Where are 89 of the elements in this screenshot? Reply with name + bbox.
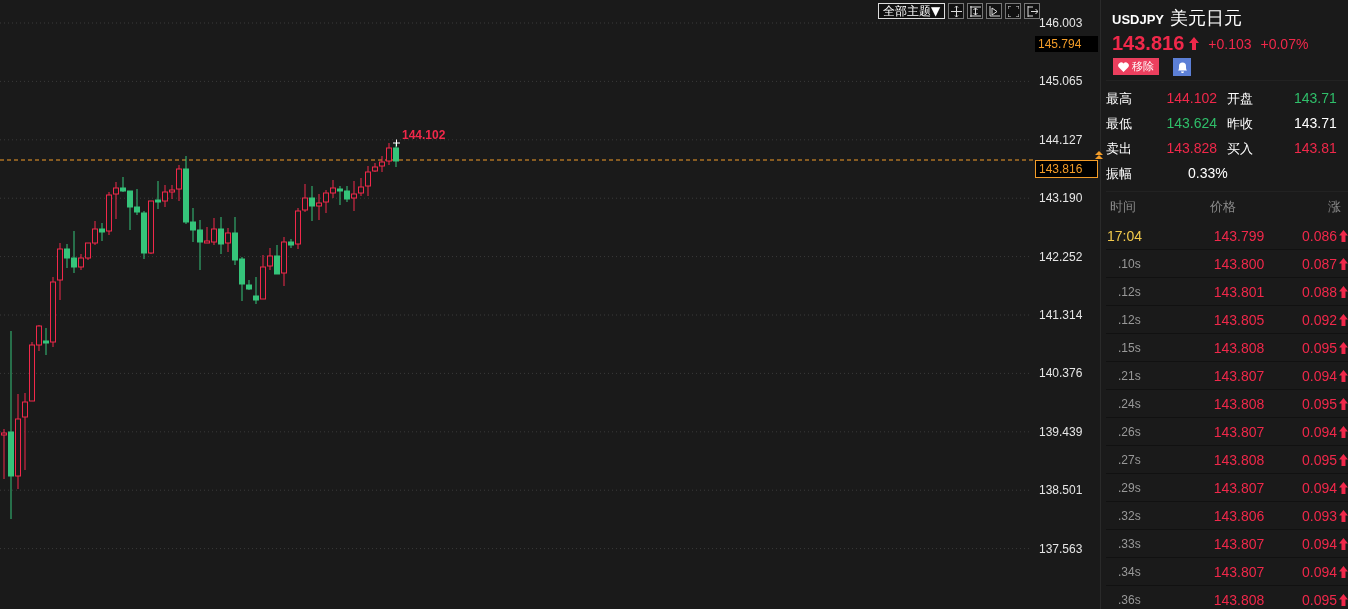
price-label: 143.190 bbox=[1039, 190, 1083, 207]
tick-time: .15s bbox=[1117, 340, 1142, 355]
tick-price: 143.800 bbox=[1212, 255, 1266, 272]
column-header: 时间 bbox=[1109, 198, 1137, 216]
stat-label: 最低 bbox=[1106, 115, 1133, 133]
bell-icon bbox=[1176, 61, 1188, 73]
tick-change: 0.088 bbox=[1301, 283, 1338, 300]
tick-change: 0.094 bbox=[1301, 367, 1338, 384]
theme-dropdown[interactable]: 全部主题▼ bbox=[878, 3, 946, 19]
stat-label: 卖出 bbox=[1106, 140, 1133, 158]
tick-change: 0.094 bbox=[1301, 423, 1338, 440]
tick-change: 0.095 bbox=[1301, 339, 1338, 356]
tick-change: 0.092 bbox=[1301, 311, 1338, 328]
tick-price: 143.807 bbox=[1212, 367, 1266, 384]
tick-change: 0.094 bbox=[1301, 563, 1338, 580]
last-price: 143.816 bbox=[1112, 32, 1185, 55]
tick-time: .21s bbox=[1117, 368, 1142, 383]
stat-value: 143.828 bbox=[1165, 139, 1218, 158]
tick-price: 143.808 bbox=[1212, 591, 1266, 608]
tick-time: 17:04 bbox=[1106, 227, 1144, 244]
price-label: 146.003 bbox=[1039, 15, 1083, 31]
expand-icon[interactable] bbox=[1005, 3, 1022, 19]
tick-price: 143.807 bbox=[1212, 563, 1266, 580]
tick-time: .36s bbox=[1117, 592, 1142, 607]
price-label: 141.314 bbox=[1039, 307, 1083, 323]
heart-icon bbox=[1118, 61, 1129, 72]
stat-value: 144.102 bbox=[1165, 89, 1218, 108]
play-icon[interactable] bbox=[986, 3, 1003, 19]
price-label: 139.439 bbox=[1039, 423, 1083, 440]
tick-price: 143.807 bbox=[1212, 423, 1266, 440]
tick-price: 143.805 bbox=[1212, 311, 1266, 328]
column-header: 价格 bbox=[1210, 198, 1237, 216]
tick-time: .24s bbox=[1117, 396, 1142, 411]
tick-time: .33s bbox=[1117, 536, 1142, 551]
column-header: 涨 bbox=[1328, 198, 1341, 216]
crosshair-price-label: 145.794 bbox=[1035, 36, 1098, 52]
tick-change: 0.094 bbox=[1301, 479, 1338, 496]
tick-price: 143.807 bbox=[1212, 535, 1266, 552]
tick-change: 0.087 bbox=[1301, 255, 1338, 272]
tick-time: .32s bbox=[1117, 508, 1142, 523]
tick-price: 143.808 bbox=[1212, 451, 1266, 468]
high-marker: 144.102 bbox=[402, 128, 446, 142]
tick-price: 143.808 bbox=[1212, 339, 1266, 356]
stat-value: 143.81 bbox=[1293, 139, 1338, 158]
tick-change: 0.094 bbox=[1301, 535, 1338, 552]
tick-change: 0.086 bbox=[1301, 227, 1338, 244]
price-label: 140.376 bbox=[1039, 365, 1083, 382]
exit-icon[interactable] bbox=[1024, 3, 1041, 19]
pair-name: 美元日元 bbox=[1170, 6, 1243, 30]
stat-label: 最高 bbox=[1106, 90, 1133, 108]
price-change: +0.103 bbox=[1208, 35, 1252, 52]
tick-change: 0.095 bbox=[1301, 395, 1338, 412]
remove-button[interactable]: 移除 bbox=[1113, 58, 1159, 75]
stat-label: 开盘 bbox=[1227, 90, 1254, 108]
price-label: 137.563 bbox=[1039, 540, 1083, 557]
price-marker-icon bbox=[1095, 151, 1103, 159]
fit-height-icon[interactable] bbox=[967, 3, 984, 19]
stat-value: 143.71 bbox=[1293, 114, 1338, 133]
percent-change: +0.07% bbox=[1260, 35, 1309, 52]
crosshair-icon bbox=[392, 139, 401, 147]
price-label: 144.127 bbox=[1039, 131, 1083, 148]
tick-time: .12s bbox=[1117, 312, 1142, 327]
tick-price: 143.807 bbox=[1212, 479, 1266, 496]
tick-time: .10s bbox=[1117, 256, 1142, 271]
tick-price: 143.806 bbox=[1212, 507, 1266, 524]
alert-button[interactable] bbox=[1173, 58, 1191, 76]
tick-change: 0.093 bbox=[1301, 507, 1338, 524]
symbol-code: USDJPY bbox=[1112, 12, 1165, 27]
stat-value: 143.71 bbox=[1293, 89, 1338, 108]
price-label: 145.065 bbox=[1039, 73, 1083, 90]
price-label: 138.501 bbox=[1039, 482, 1083, 499]
tick-time: .27s bbox=[1117, 452, 1142, 467]
current-price-label: 143.816 bbox=[1035, 160, 1098, 178]
stat-label: 买入 bbox=[1227, 140, 1254, 158]
tick-change: 0.095 bbox=[1301, 591, 1338, 608]
stat-value: 0.33% bbox=[1187, 164, 1229, 183]
price-label: 142.252 bbox=[1039, 248, 1083, 265]
move-icon[interactable] bbox=[948, 3, 965, 19]
stat-label: 振幅 bbox=[1106, 165, 1133, 183]
tick-price: 143.808 bbox=[1212, 395, 1266, 412]
tick-time: .26s bbox=[1117, 424, 1142, 439]
tick-price: 143.799 bbox=[1212, 227, 1266, 244]
stat-value: 143.624 bbox=[1165, 114, 1218, 133]
tick-change: 0.095 bbox=[1301, 451, 1338, 468]
tick-time: .12s bbox=[1117, 284, 1142, 299]
tick-time: .29s bbox=[1117, 480, 1142, 495]
tick-time: .34s bbox=[1117, 564, 1142, 579]
tick-price: 143.801 bbox=[1212, 283, 1266, 300]
stat-label: 昨收 bbox=[1227, 115, 1254, 133]
